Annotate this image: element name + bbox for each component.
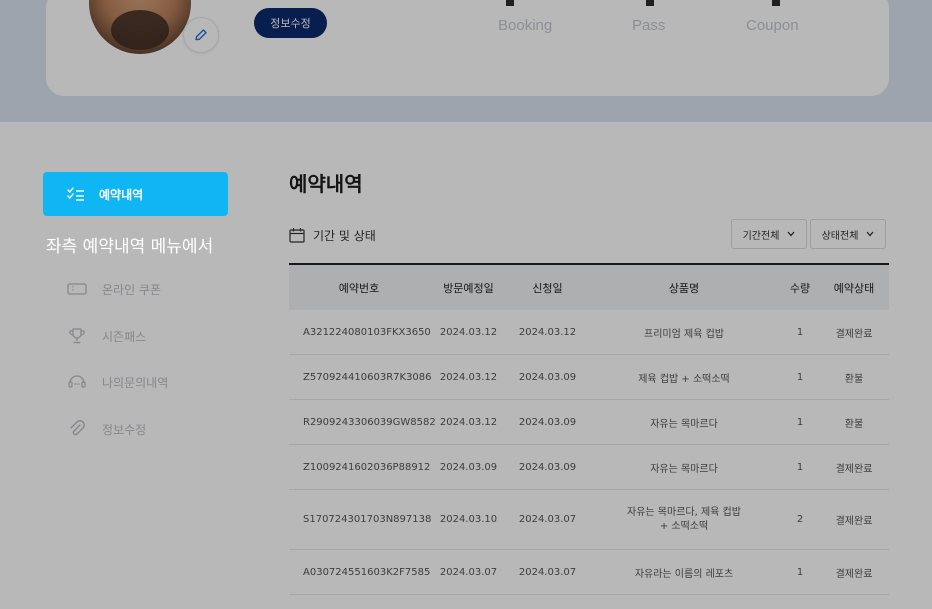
stat-label-booking: Booking <box>498 17 553 34</box>
checklist-icon <box>67 187 84 201</box>
table-header: 예약번호 방문예정일 신청일 상품명 수량 예약상태 <box>289 265 889 310</box>
stat-label-pass: Pass <box>632 17 666 34</box>
trophy-icon <box>66 327 88 345</box>
sidebar-item-online-coupon[interactable]: 온라인 쿠폰 <box>66 278 161 300</box>
period-select[interactable]: 기간전체 <box>731 219 807 249</box>
reservation-status: 결제완료 <box>835 328 873 340</box>
stat-value-fragment <box>506 0 514 6</box>
sidebar-item-label: 온라인 쿠폰 <box>102 282 162 297</box>
stat-label-coupon: Coupon <box>746 17 799 34</box>
product-name: 자유는 목마르다 <box>650 418 718 430</box>
apply-date: 2024.03.12 <box>518 326 577 338</box>
period-select-value: 기간전체 <box>742 230 780 242</box>
quantity: 1 <box>796 371 804 383</box>
col-header: 수량 <box>789 281 811 295</box>
reservation-table: 예약번호 방문예정일 신청일 상품명 수량 예약상태 A321224080103… <box>289 263 889 595</box>
table-row[interactable]: A030724551603K2F7585 2024.03.07 2024.03.… <box>289 550 889 595</box>
visit-date: 2024.03.10 <box>439 514 498 525</box>
ticket-icon <box>66 282 88 296</box>
visit-date: 2024.03.12 <box>439 416 498 428</box>
sidebar-item-edit-info[interactable]: 정보수정 <box>66 418 146 440</box>
sidebar-item-label: 시즌패스 <box>102 329 147 344</box>
pencil-icon <box>195 29 207 41</box>
headset-icon <box>66 373 88 391</box>
quantity: 1 <box>796 416 804 428</box>
product-name: 프리미엄 제육 컵밥 <box>644 328 724 340</box>
page-title: 예약내역 <box>289 172 363 196</box>
visit-date: 2024.03.07 <box>439 566 498 578</box>
col-header: 신청일 <box>532 281 563 295</box>
apply-date: 2024.03.09 <box>518 461 577 473</box>
reservation-status: 환불 <box>844 418 864 430</box>
filter-label-text: 기간 및 상태 <box>313 228 376 243</box>
apply-date: 2024.03.09 <box>518 371 577 383</box>
product-name: 자유는 목마르다 <box>650 463 718 475</box>
stat-value-fragment <box>772 0 780 6</box>
status-select[interactable]: 상태전체 <box>810 219 886 249</box>
quantity: 1 <box>796 326 804 338</box>
reservation-number: Z570924410603R7K3086 <box>303 371 432 383</box>
reservation-status: 결제완료 <box>835 568 873 580</box>
reservation-number: A321224080103FKX3650 <box>303 326 431 338</box>
chevron-down-icon <box>787 231 795 237</box>
page: 정보수정 Booking Pass Coupon 온라인 쿠폰 시즌패스 나의문… <box>0 0 932 609</box>
calendar-icon <box>289 228 305 243</box>
stat-value-fragment <box>646 0 654 6</box>
sidebar-item-label: 정보수정 <box>102 422 147 437</box>
product-name: 자유라는 이름의 레포츠 <box>634 568 734 580</box>
paperclip-icon <box>66 420 88 438</box>
filter-label: 기간 및 상태 <box>289 225 376 245</box>
quantity: 1 <box>796 461 804 473</box>
col-header: 방문예정일 <box>443 281 494 295</box>
chevron-down-icon <box>866 231 874 237</box>
table-row[interactable]: Z1009241602036P88912 2024.03.09 2024.03.… <box>289 445 889 490</box>
reservation-status: 결제완료 <box>835 463 873 475</box>
reservation-number: Z1009241602036P88912 <box>303 461 431 473</box>
visit-date: 2024.03.09 <box>439 461 498 473</box>
product-name: 자유는 목마르다, 제육 컵밥 + 소떡소떡 <box>627 506 741 532</box>
apply-date: 2024.03.07 <box>518 514 577 525</box>
apply-date: 2024.03.07 <box>518 566 577 578</box>
tutorial-callout: 좌측 예약내역 메뉴에서 <box>46 237 214 257</box>
visit-date: 2024.03.12 <box>439 371 498 383</box>
status-select-value: 상태전체 <box>821 230 859 242</box>
edit-avatar-button[interactable] <box>183 17 219 53</box>
sidebar-item-season-pass[interactable]: 시즌패스 <box>66 325 146 347</box>
quantity: 2 <box>796 514 804 525</box>
table-row[interactable]: R2909243306039GW8582 2024.03.12 2024.03.… <box>289 400 889 445</box>
sidebar-item-label: 나의문의내역 <box>102 375 169 390</box>
table-row[interactable]: S170724301703N897138 2024.03.10 2024.03.… <box>289 490 889 550</box>
col-header: 예약상태 <box>833 281 875 295</box>
product-name: 제육 컵밥 + 소떡소떡 <box>638 373 730 385</box>
profile-band: 정보수정 Booking Pass Coupon <box>0 0 932 122</box>
col-header: 예약번호 <box>338 281 380 295</box>
table-row[interactable]: Z570924410603R7K3086 2024.03.12 2024.03.… <box>289 355 889 400</box>
visit-date: 2024.03.12 <box>439 326 498 338</box>
sidebar-item-my-inquiries[interactable]: 나의문의내역 <box>66 371 168 393</box>
reservation-status: 결제완료 <box>835 516 873 527</box>
reservation-status: 환불 <box>844 373 864 385</box>
sidebar-item-label: 예약내역 <box>99 187 144 202</box>
quantity: 1 <box>796 566 804 578</box>
apply-date: 2024.03.09 <box>518 416 577 428</box>
edit-profile-button[interactable]: 정보수정 <box>254 8 327 38</box>
col-header: 상품명 <box>668 281 700 295</box>
table-row[interactable]: A321224080103FKX3650 2024.03.12 2024.03.… <box>289 310 889 355</box>
sidebar-item-reservations[interactable]: 예약내역 <box>43 172 228 216</box>
reservation-number: R2909243306039GW8582 <box>303 416 436 428</box>
reservation-number: A030724551603K2F7585 <box>303 566 431 578</box>
reservation-number: S170724301703N897138 <box>303 514 432 525</box>
